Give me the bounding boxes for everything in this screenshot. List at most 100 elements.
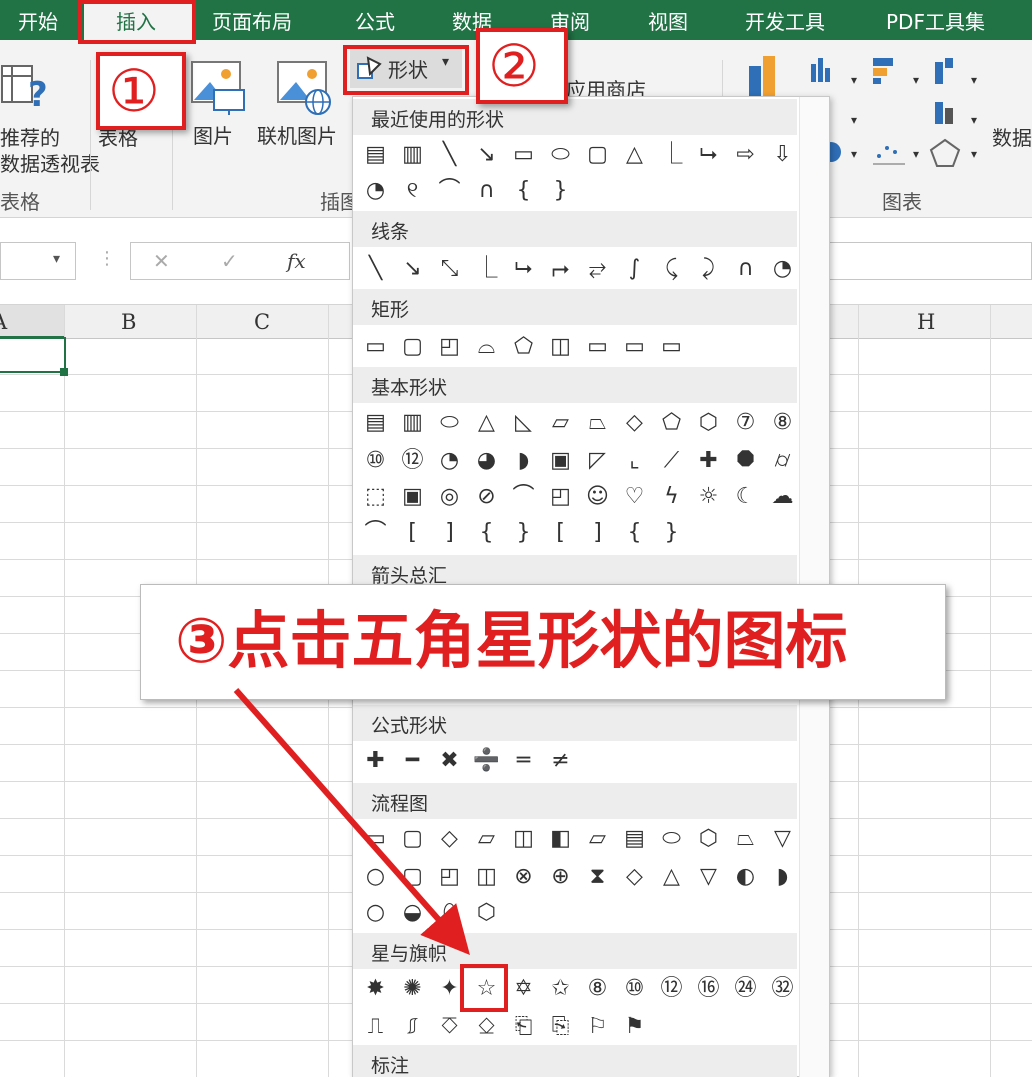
picture-label[interactable]: 图片 [193, 120, 233, 149]
shape-item[interactable]: ☼ [690, 479, 727, 515]
shape-item[interactable]: ◸ [579, 443, 616, 479]
shape-item[interactable]: } [653, 515, 690, 551]
shape-item[interactable]: ▭ [357, 821, 394, 857]
shape-item[interactable]: ◒ [394, 895, 431, 931]
tab-home[interactable]: 开始 [18, 6, 58, 35]
confirm-icon[interactable]: ✓ [221, 249, 238, 273]
tab-page-layout[interactable]: 页面布局 [212, 6, 292, 35]
shape-item[interactable]: ⤡ [431, 251, 468, 287]
shape-item[interactable]: ☁ [764, 479, 801, 515]
shape-item[interactable]: ▢ [394, 821, 431, 857]
fill-handle[interactable] [60, 368, 68, 376]
shape-item[interactable]: ⎿ [653, 137, 690, 173]
shape-item[interactable]: ◐ [727, 859, 764, 895]
shape-item[interactable]: ⬭ [653, 821, 690, 857]
shape-item[interactable]: ∫ [616, 251, 653, 287]
shape-item[interactable]: { [616, 515, 653, 551]
shape-item[interactable]: ▭ [579, 329, 616, 365]
tab-view[interactable]: 视图 [648, 6, 688, 35]
shape-item[interactable]: [ [542, 515, 579, 551]
shape-row[interactable]: ▤ ▥ ⬭ △ ◺ ▱ ⏢ ◇ ⬠ ⬡ ⑦ ⑧ [357, 405, 801, 441]
shape-item[interactable]: ◔ [357, 173, 394, 209]
shape-item[interactable]: ⎏ [431, 1009, 468, 1045]
online-picture-icon[interactable] [276, 60, 336, 116]
shape-item[interactable]: ☾ [727, 479, 764, 515]
shape-item[interactable]: ▱ [579, 821, 616, 857]
shape-item[interactable]: ⬡ [468, 895, 505, 931]
shape-item[interactable]: ╲ [357, 251, 394, 287]
shape-item[interactable]: ◰ [431, 859, 468, 895]
shape-item[interactable]: ⑫ [394, 443, 431, 479]
shape-row[interactable]: ⑩ ⑫ ◔ ◕ ◗ ▣ ◸ ⌞ ⟋ ✚ ⯃ ⌭ [357, 443, 801, 479]
recommended-pivot-icon[interactable]: ? [0, 62, 56, 114]
shape-item[interactable]: ▱ [468, 821, 505, 857]
shape-item[interactable]: ▣ [394, 479, 431, 515]
shape-row[interactable]: ▤ ▥ ╲ ↘ ▭ ⬭ ▢ △ ⎿ ⮡ ⇨ ⇩ [357, 137, 801, 173]
shape-item[interactable]: ◕ [468, 443, 505, 479]
tab-formulas[interactable]: 公式 [355, 6, 395, 35]
shape-item[interactable]: ≠ [542, 743, 579, 779]
shape-item[interactable]: ⊘ [468, 479, 505, 515]
shape-item[interactable]: ◰ [431, 329, 468, 365]
shape-item[interactable]: ✚ [357, 743, 394, 779]
shape-item[interactable]: ⎐ [468, 1009, 505, 1045]
selected-cell[interactable] [0, 337, 66, 373]
shape-item[interactable]: ⤹ [653, 251, 690, 287]
shape-item[interactable]: ◔ [431, 443, 468, 479]
shape-item[interactable]: ▭ [616, 329, 653, 365]
shape-row[interactable]: ✸ ✺ ✦ ☆ ✡ ✩ ⑧ ⑩ ⑫ ⑯ ㉔㉜ [357, 971, 801, 1007]
shape-item[interactable]: ✡ [505, 971, 542, 1007]
shape-item[interactable]: ◰ [542, 479, 579, 515]
name-box-dropdown-icon[interactable]: ▾ [53, 251, 60, 267]
shape-item[interactable]: ] [579, 515, 616, 551]
shape-item[interactable]: ◺ [505, 405, 542, 441]
shape-item[interactable]: ⎍ [357, 1009, 394, 1045]
shape-item[interactable]: ✸ [357, 971, 394, 1007]
shape-item[interactable]: ⤸ [690, 251, 727, 287]
shape-item[interactable]: ━ [394, 743, 431, 779]
shape-item[interactable]: ⬡ [690, 821, 727, 857]
shape-row[interactable]: ▭ ▢ ◰ ⌓ ⬠ ◫ ▭ ▭ ▭ [357, 329, 690, 365]
shape-item[interactable]: } [542, 173, 579, 209]
picture-icon[interactable] [190, 60, 250, 116]
shape-item[interactable]: ◇ [616, 859, 653, 895]
shape-item[interactable]: ▤ [357, 405, 394, 441]
shape-item[interactable]: ☺ [579, 479, 616, 515]
shape-item[interactable]: ✺ [394, 971, 431, 1007]
shape-item[interactable]: ◫ [468, 859, 505, 895]
shape-item[interactable]: ⚑ [616, 1009, 653, 1045]
shape-item[interactable]: ✖ [431, 743, 468, 779]
shape-row[interactable]: ○ ◒ ⬯ ⬡ [357, 895, 505, 931]
shape-item[interactable]: ⎗ [505, 1009, 542, 1045]
shape-item[interactable]: ▱ [542, 405, 579, 441]
shape-item[interactable]: ⎘ [542, 1009, 579, 1045]
data-label-partial[interactable]: 数据 [992, 122, 1032, 151]
shape-item[interactable]: ➗ [468, 743, 505, 779]
shape-item[interactable]: ⊗ [505, 859, 542, 895]
shape-item[interactable]: ▭ [357, 329, 394, 365]
shape-item[interactable]: ⮡ [505, 251, 542, 287]
shape-item[interactable]: ∩ [468, 173, 505, 209]
shape-item[interactable]: ⏢ [727, 821, 764, 857]
shape-item[interactable]: ◇ [431, 821, 468, 857]
shape-row[interactable]: ○ ▢ ◰ ◫ ⊗ ⊕ ⧗ ◇ △ ▽ ◐ ◗ [357, 859, 801, 895]
shape-row[interactable]: ▭ ▢ ◇ ▱ ◫ ◧ ▱ ▤ ⬭ ⬡ ⏢ ▽ [357, 821, 801, 857]
shape-row[interactable]: ✚ ━ ✖ ➗ ═ ≠ [357, 743, 579, 779]
formula-input[interactable] [830, 242, 1032, 280]
shape-item[interactable]: ▥ [394, 405, 431, 441]
shape-item[interactable]: ⇩ [764, 137, 801, 173]
insert-function-icon[interactable]: fx [287, 249, 306, 273]
shape-item[interactable]: ⇨ [727, 137, 764, 173]
shape-item[interactable]: ⑩ [616, 971, 653, 1007]
shape-item[interactable]: ⬠ [505, 329, 542, 365]
column-c-label[interactable]: C [254, 310, 270, 334]
cancel-icon[interactable]: ✕ [153, 249, 170, 273]
shape-item[interactable]: ⎎ [394, 1009, 431, 1045]
shape-item[interactable]: ↘ [468, 137, 505, 173]
shape-item[interactable]: ⟋ [653, 443, 690, 479]
shape-item[interactable]: ⑯ [690, 971, 727, 1007]
shape-row[interactable]: ⎍ ⎎ ⎏ ⎐ ⎗ ⎘ ⚐ ⚑ [357, 1009, 653, 1045]
shape-item[interactable]: ⊕ [542, 859, 579, 895]
shape-item[interactable]: ○ [357, 895, 394, 931]
shape-item[interactable]: ⌒ [431, 173, 468, 209]
